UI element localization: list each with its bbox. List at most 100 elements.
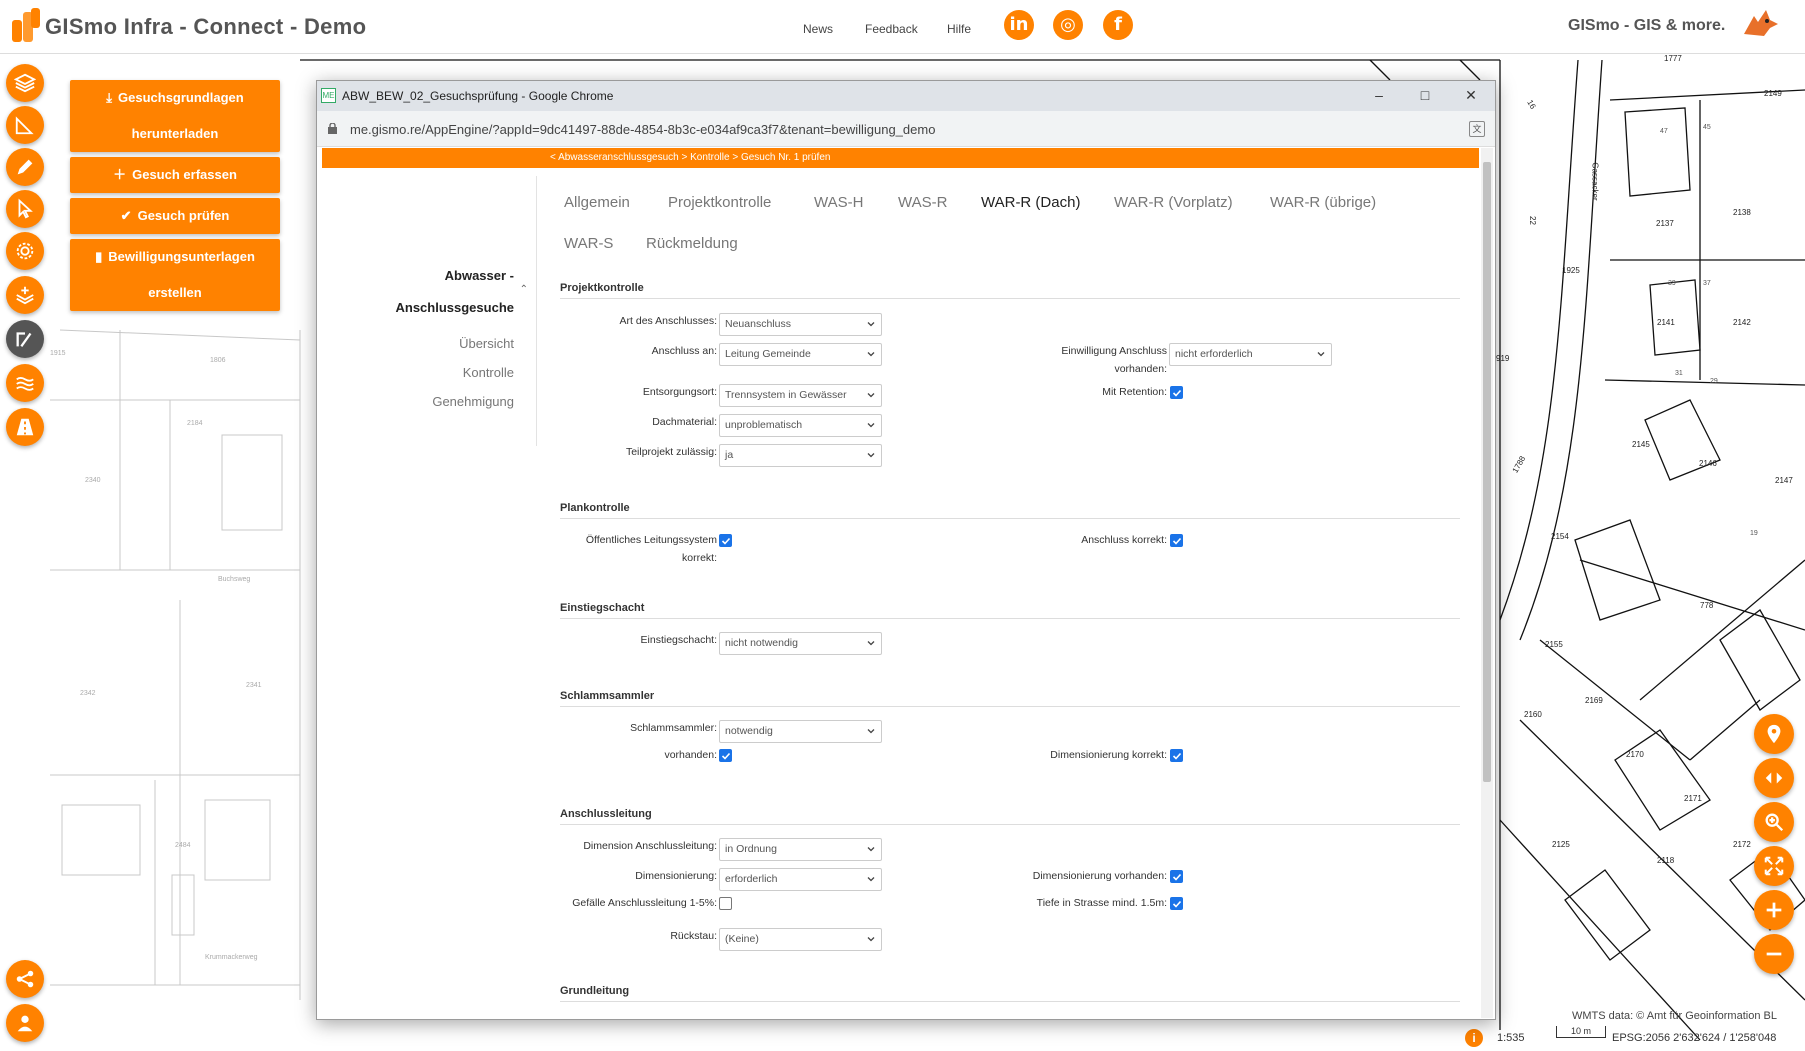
dimension-anschlussleitung-select[interactable]: in Ordnung	[719, 838, 882, 861]
map-label: 2340	[85, 477, 101, 484]
dachmaterial-select[interactable]: unproblematisch	[719, 414, 882, 437]
field-label: Dimensionierung:	[635, 870, 717, 882]
swipe-button[interactable]	[1754, 758, 1794, 798]
maximize-icon[interactable]: □	[1415, 85, 1435, 105]
checkmark-icon	[1172, 537, 1181, 545]
download-basics-button[interactable]: ⤓ Gesuchsgrundlagen herunterladen	[70, 80, 280, 152]
tab-was-r[interactable]: WAS-R	[898, 194, 947, 211]
chevron-down-icon	[867, 423, 875, 428]
entsorgungsort-select[interactable]: Trennsystem in Gewässer	[719, 384, 882, 407]
dimensionierung-korrekt-checkbox[interactable]	[1170, 749, 1183, 762]
dimensionierung-select[interactable]: erforderlich	[719, 868, 882, 891]
nav-item-control[interactable]: Kontrolle	[463, 365, 514, 380]
window-title: ABW_BEW_02_Gesuchsprüfung - Google Chrom…	[342, 89, 614, 103]
dimensionierung-vorhanden-checkbox[interactable]	[1170, 870, 1183, 883]
field-label: Entsorgungsort:	[642, 386, 717, 398]
schlammsammler-select[interactable]: notwendig	[719, 720, 882, 743]
teilprojekt-select[interactable]: ja	[719, 444, 882, 467]
address-bar[interactable]: me.gismo.re/AppEngine/?appId=9dc41497-88…	[317, 111, 1495, 147]
zoom-out-button[interactable]	[1754, 934, 1794, 974]
tab-projektkontrolle[interactable]: Projektkontrolle	[668, 194, 771, 211]
zoom-in-button[interactable]	[1754, 890, 1794, 930]
map-label: 1777	[1664, 54, 1682, 63]
share-button[interactable]	[6, 960, 44, 998]
map-label: 1915	[50, 350, 66, 357]
layers-icon	[14, 73, 36, 93]
section-heading-1: Abwasser -	[444, 268, 514, 283]
anschluss-korrekt-checkbox[interactable]	[1170, 534, 1183, 547]
einwilligung-select[interactable]: nicht erforderlich	[1169, 343, 1332, 366]
checkmark-icon	[1172, 389, 1181, 397]
window-titlebar[interactable]: ME ABW_BEW_02_Gesuchsprüfung - Google Ch…	[317, 81, 1495, 111]
nav-feedback[interactable]: Feedback	[865, 22, 918, 36]
nav-help[interactable]: Hilfe	[947, 22, 971, 36]
vorhanden-checkbox[interactable]	[719, 749, 732, 762]
url-text[interactable]: me.gismo.re/AppEngine/?appId=9dc41497-88…	[350, 122, 935, 137]
nav-news[interactable]: News	[803, 22, 833, 36]
zoom-search-button[interactable]	[1754, 802, 1794, 842]
tab-war-r-vorplatz[interactable]: WAR-R (Vorplatz)	[1114, 194, 1233, 211]
map-label: 1806	[210, 357, 226, 364]
user-button[interactable]	[6, 1004, 44, 1042]
check-request-button[interactable]: ✔ Gesuch prüfen	[70, 198, 280, 234]
download-label-2: herunterladen	[131, 126, 219, 141]
map-label: 2171	[1684, 794, 1702, 803]
scale-bar: 10 m	[1556, 1026, 1606, 1038]
tab-was-h[interactable]: WAS-H	[814, 194, 863, 211]
checkmark-icon	[721, 537, 730, 545]
rueckstau-select[interactable]: (Keine)	[719, 928, 882, 951]
app-favicon: ME	[321, 88, 336, 103]
map-label: 2145	[1632, 440, 1650, 449]
tiefe-checkbox[interactable]	[1170, 897, 1183, 910]
map-attribution: WMTS data: © Amt für Geoinformation BL	[1572, 1010, 1777, 1022]
facebook-icon[interactable]: f	[1103, 10, 1133, 40]
minimize-icon[interactable]: –	[1369, 85, 1389, 105]
linkedin-icon[interactable]: in	[1004, 10, 1034, 40]
field-label: vorhanden:	[1114, 363, 1167, 375]
chevron-down-icon	[867, 937, 875, 942]
tab-war-r-uebrige[interactable]: WAR-R (übrige)	[1270, 194, 1376, 211]
profile-tool-button[interactable]	[6, 320, 44, 358]
einstiegschacht-select[interactable]: nicht notwendig	[719, 632, 882, 655]
anschluss-an-select[interactable]: Leitung Gemeinde	[719, 343, 882, 366]
waves-icon	[16, 377, 34, 391]
select-button[interactable]	[6, 190, 44, 228]
map-label: 22	[1527, 216, 1537, 225]
tab-war-r-dach[interactable]: WAR-R (Dach)	[981, 194, 1080, 211]
documents-label-2: erstellen	[148, 285, 202, 300]
gefaelle-checkbox[interactable]	[719, 897, 732, 910]
settings-button[interactable]	[6, 232, 44, 270]
chevron-down-icon	[867, 729, 875, 734]
chevron-up-icon[interactable]: ⌃	[520, 284, 528, 295]
layers-button[interactable]	[6, 64, 44, 102]
tab-war-s[interactable]: WAR-S	[564, 235, 613, 252]
capture-request-button[interactable]: ＋ Gesuch erfassen	[70, 157, 280, 193]
map-label: 2141	[1657, 318, 1675, 327]
breadcrumb[interactable]: < Abwasseranschlussgesuch > Kontrolle > …	[322, 148, 1479, 168]
measure-button[interactable]	[6, 106, 44, 144]
tab-allgemein[interactable]: Allgemein	[564, 194, 630, 211]
art-anschluss-select[interactable]: Neuanschluss	[719, 313, 882, 336]
select-value: Leitung Gemeinde	[725, 348, 811, 360]
tab-rueckmeldung[interactable]: Rückmeldung	[646, 235, 738, 252]
cursor-icon	[18, 198, 33, 219]
translate-icon[interactable]: 文	[1469, 121, 1485, 137]
location-button[interactable]	[1754, 714, 1794, 754]
road-button[interactable]	[6, 408, 44, 446]
scrollbar-thumb[interactable]	[1483, 162, 1491, 782]
field-label: Einwilligung Anschluss	[1061, 345, 1167, 357]
add-layer-button[interactable]	[6, 276, 44, 314]
fullscreen-button[interactable]	[1754, 846, 1794, 886]
leitungssystem-checkbox[interactable]	[719, 534, 732, 547]
water-button[interactable]	[6, 364, 44, 402]
field-label: Tiefe in Strasse mind. 1.5m:	[1036, 897, 1167, 909]
info-icon[interactable]: i	[1465, 1029, 1483, 1047]
instagram-icon[interactable]: ◎	[1053, 10, 1083, 40]
retention-checkbox[interactable]	[1170, 386, 1183, 399]
close-icon[interactable]: ✕	[1461, 85, 1481, 105]
select-value: ja	[725, 449, 734, 461]
draw-button[interactable]	[6, 148, 44, 186]
scrollbar[interactable]	[1481, 148, 1493, 1018]
map-label: 2341	[246, 682, 262, 689]
create-documents-button[interactable]: ▮ Bewilligungsunterlagen erstellen	[70, 239, 280, 311]
